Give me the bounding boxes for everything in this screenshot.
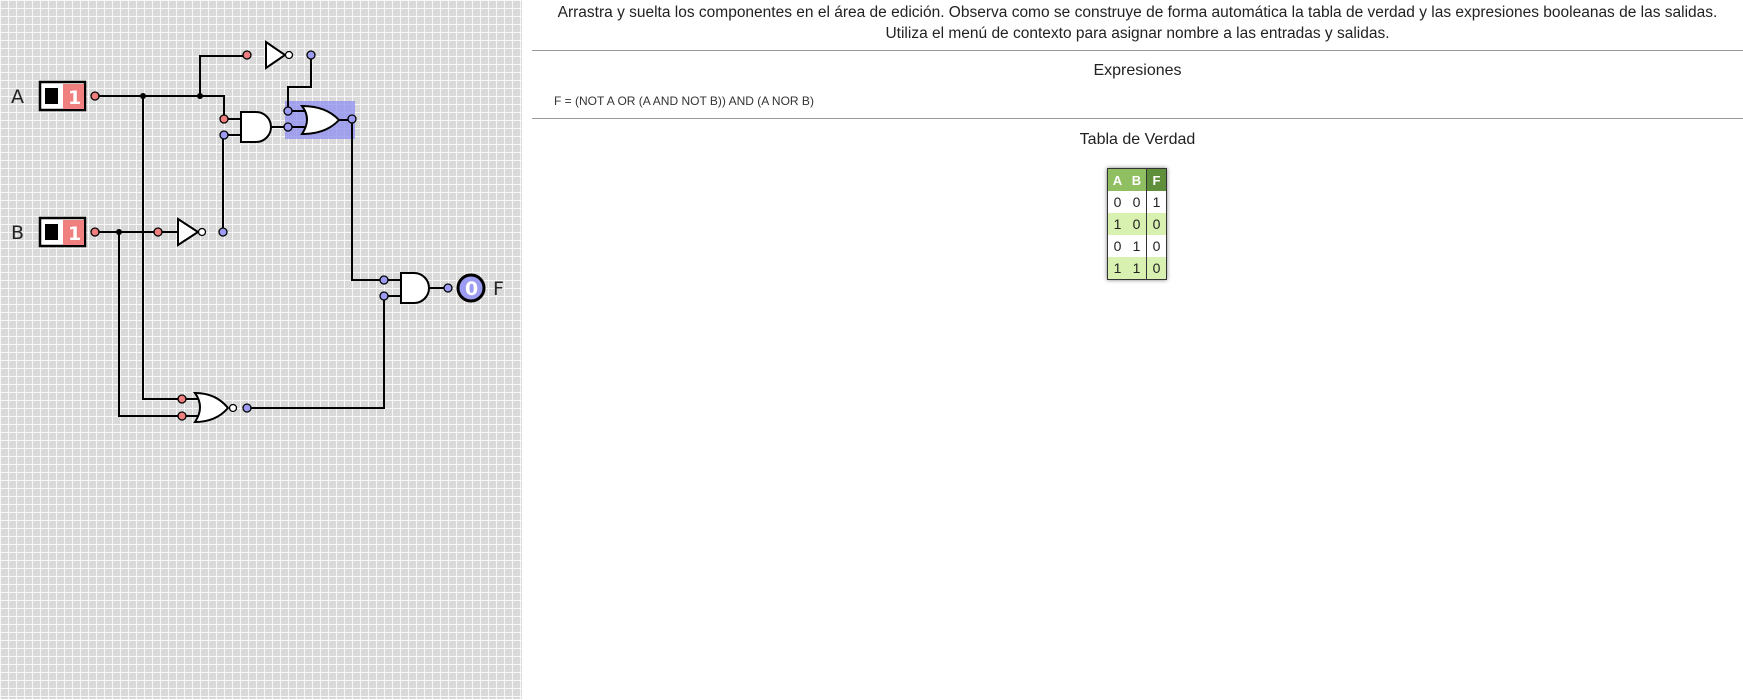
junction (140, 93, 146, 99)
cell-f: 0 (1146, 235, 1167, 257)
not-gate-b[interactable] (153, 217, 228, 247)
input-a-switch[interactable]: A 1 (11, 80, 100, 112)
output-f-state: 0 (465, 278, 478, 300)
table-row: 1 0 0 (1107, 213, 1167, 235)
circuit-diagram[interactable]: A 1 B 1 0 F (0, 0, 522, 700)
expressions-heading: Expresiones (1093, 62, 1182, 79)
input-b-state: 1 (68, 223, 81, 245)
table-row: 0 0 1 (1107, 191, 1167, 213)
cell-b: 1 (1127, 257, 1147, 280)
nor-gate[interactable] (177, 391, 252, 424)
cell-b: 0 (1127, 213, 1147, 235)
instructions-line-2: Utiliza el menú de contexto para asignar… (885, 25, 1390, 42)
column-header-b: B (1127, 168, 1147, 191)
divider (532, 50, 1743, 51)
truth-table-header: A B F (1107, 168, 1167, 191)
cell-f: 0 (1146, 213, 1167, 235)
cell-a: 0 (1107, 191, 1127, 213)
junction (197, 93, 203, 99)
circuit-canvas[interactable]: A 1 B 1 0 F (0, 0, 522, 700)
divider (532, 118, 1743, 119)
cell-a: 1 (1107, 213, 1127, 235)
cell-f: 0 (1146, 257, 1167, 280)
input-a-state: 1 (68, 87, 81, 109)
table-row: 0 1 0 (1107, 235, 1167, 257)
cell-a: 0 (1107, 235, 1127, 257)
column-header-f: F (1146, 168, 1167, 191)
junction (116, 229, 122, 235)
input-b-switch[interactable]: B 1 (11, 216, 100, 248)
output-f-label: F (493, 278, 504, 300)
truth-table-heading: Tabla de Verdad (1079, 131, 1196, 148)
cell-b: 0 (1127, 191, 1147, 213)
column-header-a: A (1107, 168, 1127, 191)
truth-table: A B F 0 0 1 1 0 0 0 1 0 1 1 0 (1107, 168, 1167, 280)
and-gate-1[interactable] (219, 111, 272, 143)
not-gate-a[interactable] (242, 40, 316, 70)
info-panel: Arrastra y suelta los componentes en el … (532, 0, 1743, 700)
table-row: 1 1 0 (1107, 257, 1167, 280)
wires (95, 55, 448, 417)
output-f[interactable]: 0 F (456, 273, 504, 303)
cell-b: 1 (1127, 235, 1147, 257)
expression-f: F = (NOT A OR (A AND NOT B)) AND (A NOR … (554, 94, 814, 108)
instructions: Arrastra y suelta los componentes en el … (532, 2, 1743, 44)
input-b-label: B (11, 222, 24, 244)
input-a-label: A (11, 86, 24, 108)
instructions-line-1: Arrastra y suelta los componentes en el … (557, 4, 1718, 21)
cell-a: 1 (1107, 257, 1127, 280)
cell-f: 1 (1146, 191, 1167, 213)
